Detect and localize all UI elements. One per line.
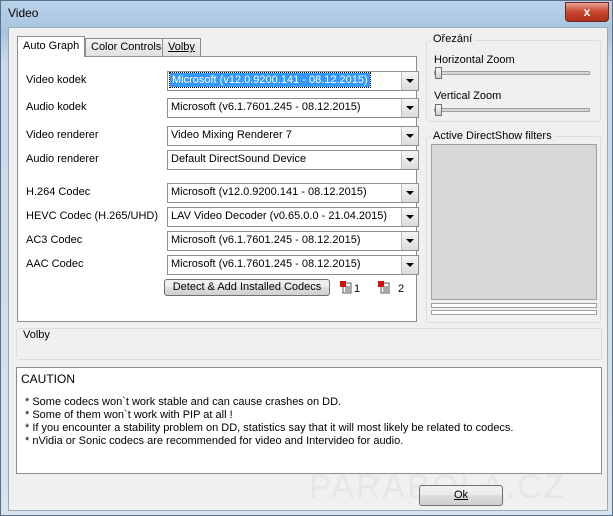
video-kodek-value: Microsoft (v12.0.9200.141 - 08.12.2015) (169, 72, 371, 88)
audio-renderer-value: Default DirectSound Device (171, 153, 307, 165)
h264-codec-select[interactable]: Microsoft (v12.0.9200.141 - 08.12.2015) (167, 183, 419, 203)
chevron-down-icon[interactable] (401, 127, 418, 145)
horizontal-zoom-slider[interactable] (435, 67, 442, 79)
chevron-down-icon[interactable] (401, 232, 418, 250)
filters-title: Active DirectShow filters (431, 130, 554, 142)
detect-codecs-button[interactable]: Detect & Add Installed Codecs (164, 279, 330, 296)
aac-codec-select[interactable]: Microsoft (v6.1.7601.245 - 08.12.2015) (167, 255, 419, 275)
horizontal-zoom-track[interactable] (434, 71, 590, 75)
filters-bar-1 (431, 303, 597, 308)
codec-link-1[interactable]: 1 (354, 283, 360, 295)
hevc-codec-label: HEVC Codec (H.265/UHD) (26, 210, 159, 222)
hevc-codec-select[interactable]: LAV Video Decoder (v0.65.0.0 - 21.04.201… (167, 207, 419, 227)
audio-renderer-label: Audio renderer (26, 153, 99, 165)
ok-button[interactable]: Ok (419, 485, 503, 506)
vertical-zoom-track[interactable] (434, 108, 590, 112)
close-icon: x (583, 5, 591, 19)
ac3-codec-value: Microsoft (v6.1.7601.245 - 08.12.2015) (171, 234, 361, 246)
aac-codec-label: AAC Codec (26, 258, 84, 270)
options-group (16, 328, 602, 360)
caution-line: * Some codecs won`t work stable and can … (25, 396, 342, 408)
codec-link-2[interactable]: 2 (398, 283, 404, 295)
audio-kodek-select[interactable]: Microsoft (v6.1.7601.245 - 08.12.2015) (167, 98, 419, 118)
audio-kodek-label: Audio kodek (26, 101, 87, 113)
chevron-down-icon[interactable] (401, 151, 418, 169)
codec-properties-icon[interactable] (378, 281, 390, 294)
close-button[interactable]: x (565, 2, 609, 22)
tab-color-controls[interactable]: Color Controls (85, 38, 168, 56)
aac-codec-value: Microsoft (v6.1.7601.245 - 08.12.2015) (171, 258, 361, 270)
auto-graph-panel: Video kodek Microsoft (v12.0.9200.141 - … (17, 56, 419, 322)
video-kodek-select[interactable]: Microsoft (v12.0.9200.141 - 08.12.2015) (167, 71, 419, 91)
chevron-down-icon[interactable] (401, 72, 418, 90)
chevron-down-icon[interactable] (401, 256, 418, 274)
ac3-codec-label: AC3 Codec (26, 234, 83, 246)
hevc-codec-value: LAV Video Decoder (v0.65.0.0 - 21.04.201… (171, 210, 388, 222)
tab-auto-graph[interactable]: Auto Graph (17, 36, 86, 57)
h264-codec-label: H.264 Codec (26, 186, 91, 198)
video-renderer-select[interactable]: Video Mixing Renderer 7 (167, 126, 419, 146)
video-renderer-value: Video Mixing Renderer 7 (171, 129, 292, 141)
audio-kodek-value: Microsoft (v6.1.7601.245 - 08.12.2015) (171, 101, 361, 113)
ac3-codec-select[interactable]: Microsoft (v6.1.7601.245 - 08.12.2015) (167, 231, 419, 251)
audio-renderer-select[interactable]: Default DirectSound Device (167, 150, 419, 170)
title-bar[interactable]: Video x (1, 1, 612, 25)
horizontal-zoom-label: Horizontal Zoom (434, 54, 515, 66)
cropping-title: Ořezání (431, 33, 475, 45)
options-title: Volby (21, 329, 52, 341)
video-kodek-label: Video kodek (26, 74, 87, 86)
vertical-zoom-slider[interactable] (435, 104, 442, 116)
video-dialog-window: Video x PARABOLA.CZ Auto Graph Color Con… (0, 0, 613, 516)
chevron-down-icon[interactable] (401, 99, 418, 117)
filters-bar-2 (431, 310, 597, 315)
dialog-client-area: PARABOLA.CZ Auto Graph Color Controls Vo… (8, 27, 608, 511)
caution-title: CAUTION (21, 372, 75, 386)
chevron-down-icon[interactable] (401, 208, 418, 226)
chevron-down-icon[interactable] (401, 184, 418, 202)
vertical-zoom-label: Vertical Zoom (434, 90, 502, 102)
caution-box: CAUTION * Some codecs won`t work stable … (16, 367, 602, 474)
tab-volby-label: Volby (168, 41, 195, 53)
ok-button-label: Ok (453, 489, 469, 501)
codec-properties-icon[interactable] (340, 281, 352, 294)
caution-line: * nVidia or Sonic codecs are recommended… (25, 435, 404, 447)
filters-list[interactable] (431, 144, 597, 300)
caution-line: * If you encounter a stability problem o… (25, 422, 514, 434)
video-renderer-label: Video renderer (26, 129, 99, 141)
h264-codec-value: Microsoft (v12.0.9200.141 - 08.12.2015) (171, 186, 367, 198)
window-title: Video (8, 6, 39, 20)
caution-line: * Some of them won`t work with PIP at al… (25, 409, 233, 421)
tab-volby[interactable]: Volby (162, 38, 201, 56)
